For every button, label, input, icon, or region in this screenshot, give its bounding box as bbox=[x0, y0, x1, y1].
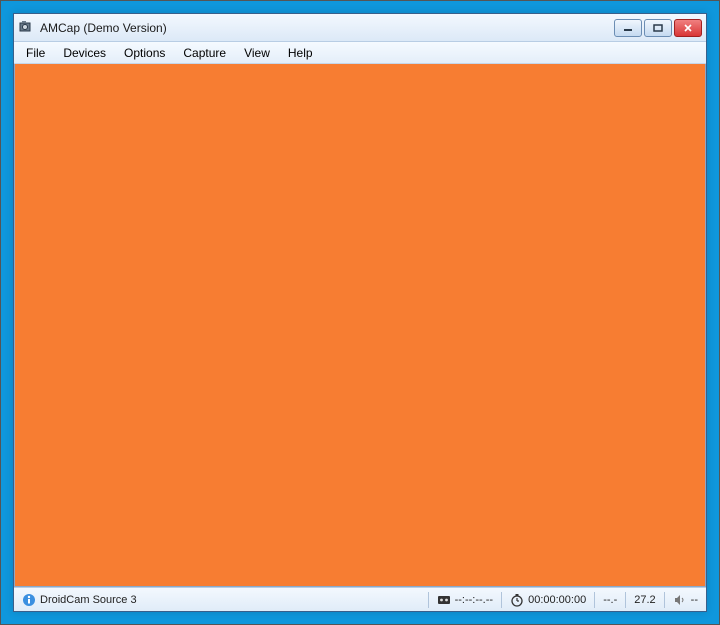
minimize-button[interactable] bbox=[614, 19, 642, 37]
app-window: AMCap (Demo Version) File Devices Option… bbox=[13, 13, 707, 612]
stopwatch-icon bbox=[510, 593, 524, 607]
status-separator bbox=[594, 592, 595, 608]
status-device-section: DroidCam Source 3 bbox=[18, 593, 424, 607]
video-preview bbox=[14, 64, 706, 587]
desktop-region: AMCap (Demo Version) File Devices Option… bbox=[0, 0, 720, 625]
status-rate-value: --.- bbox=[603, 594, 617, 606]
close-button[interactable] bbox=[674, 19, 702, 37]
status-elapsed-section: 00:00:00:00 bbox=[506, 593, 590, 607]
app-icon bbox=[18, 20, 34, 36]
menu-help[interactable]: Help bbox=[280, 44, 321, 62]
status-audio-value: -- bbox=[691, 594, 698, 606]
status-tape-time: --:--:--.-- bbox=[455, 594, 493, 606]
status-fps-section: 27.2 bbox=[630, 594, 659, 606]
tape-icon bbox=[437, 593, 451, 607]
info-icon bbox=[22, 593, 36, 607]
titlebar[interactable]: AMCap (Demo Version) bbox=[14, 14, 706, 42]
status-separator bbox=[625, 592, 626, 608]
status-device-label: DroidCam Source 3 bbox=[40, 594, 137, 606]
speaker-icon bbox=[673, 593, 687, 607]
status-separator bbox=[664, 592, 665, 608]
window-controls bbox=[614, 19, 702, 37]
status-separator bbox=[501, 592, 502, 608]
status-fps-value: 27.2 bbox=[634, 594, 655, 606]
status-elapsed-time: 00:00:00:00 bbox=[528, 594, 586, 606]
menu-file[interactable]: File bbox=[18, 44, 53, 62]
status-separator bbox=[428, 592, 429, 608]
status-tape-section: --:--:--.-- bbox=[433, 593, 497, 607]
maximize-button[interactable] bbox=[644, 19, 672, 37]
menu-devices[interactable]: Devices bbox=[55, 44, 114, 62]
statusbar: DroidCam Source 3 --:--:--.-- 00:00:00:0… bbox=[14, 587, 706, 611]
status-rate-section: --.- bbox=[599, 594, 621, 606]
window-title: AMCap (Demo Version) bbox=[40, 21, 614, 35]
menu-capture[interactable]: Capture bbox=[175, 44, 234, 62]
status-audio-section: -- bbox=[669, 593, 702, 607]
menu-options[interactable]: Options bbox=[116, 44, 173, 62]
menu-view[interactable]: View bbox=[236, 44, 278, 62]
menubar: File Devices Options Capture View Help bbox=[14, 42, 706, 64]
